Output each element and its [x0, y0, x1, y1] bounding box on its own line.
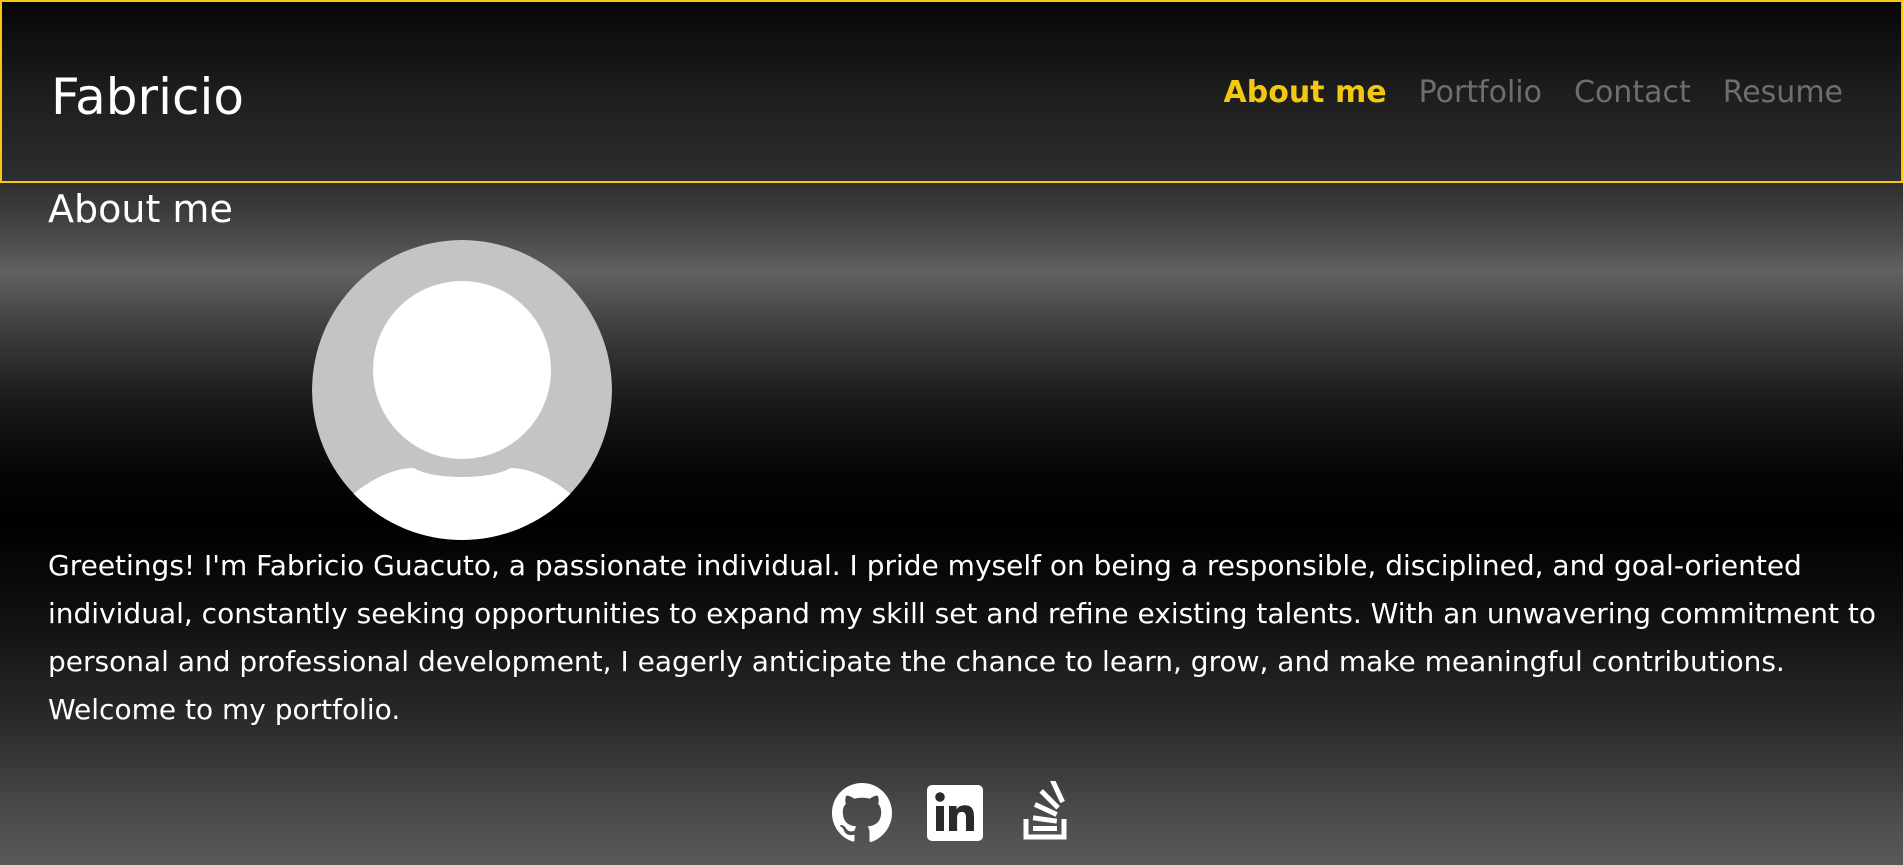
section-title: About me — [48, 187, 233, 231]
site-header: Fabricio About me Portfolio Contact Resu… — [0, 0, 1903, 183]
social-links — [830, 781, 1080, 845]
nav-contact[interactable]: Contact — [1574, 72, 1691, 114]
github-icon — [832, 783, 892, 842]
linkedin-link[interactable] — [923, 781, 987, 845]
stackoverflow-icon — [1023, 781, 1067, 840]
nav-about-me[interactable]: About me — [1224, 72, 1387, 114]
default-user-avatar-icon — [312, 240, 612, 540]
main-nav: About me Portfolio Contact Resume — [1224, 72, 1843, 114]
nav-resume[interactable]: Resume — [1723, 72, 1843, 114]
stackoverflow-link[interactable] — [1016, 781, 1080, 845]
bio-text: Greetings! I'm Fabricio Guacuto, a passi… — [48, 549, 1877, 726]
about-section: About me Greetings! I'm Fabricio Guacuto… — [0, 183, 1903, 865]
github-link[interactable] — [830, 781, 894, 845]
avatar — [312, 240, 612, 540]
nav-portfolio[interactable]: Portfolio — [1419, 72, 1542, 114]
linkedin-icon — [927, 785, 983, 841]
brand-name[interactable]: Fabricio — [51, 64, 244, 130]
